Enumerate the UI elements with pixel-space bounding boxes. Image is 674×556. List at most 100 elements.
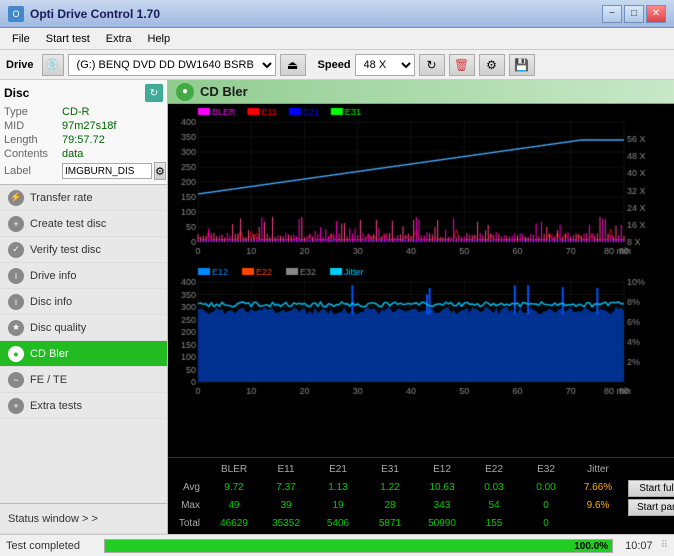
nav-create-disc[interactable]: + Create test disc bbox=[0, 211, 167, 237]
disc-info-section: Disc ↻ Type CD-R MID 97m27s18f Length 79… bbox=[0, 80, 167, 185]
nav-verify-disc[interactable]: ✓ Verify test disc bbox=[0, 237, 167, 263]
nav-extra[interactable]: + Extra tests bbox=[0, 393, 167, 419]
nav-icon-fete: ~ bbox=[8, 372, 24, 388]
nav-icon-create: + bbox=[8, 216, 24, 232]
disc-length-value: 79:57.72 bbox=[62, 134, 105, 146]
refresh-button[interactable]: ↻ bbox=[419, 54, 445, 76]
disc-type-value: CD-R bbox=[62, 106, 90, 118]
nav-icon-transfer: ⚡ bbox=[8, 190, 24, 206]
nav-icon-disc-info: i bbox=[8, 294, 24, 310]
eject-button[interactable]: ⏏ bbox=[280, 54, 306, 76]
total-e12: 50990 bbox=[416, 518, 468, 529]
nav-icon-bler: ● bbox=[8, 346, 24, 362]
avg-e31: 1.22 bbox=[364, 482, 416, 493]
nav-fe-te[interactable]: ~ FE / TE bbox=[0, 367, 167, 393]
menu-extra[interactable]: Extra bbox=[98, 31, 140, 47]
nav-disc-info[interactable]: i Disc info bbox=[0, 289, 167, 315]
col-jitter: Jitter bbox=[572, 464, 624, 475]
resize-grip: ⠿ bbox=[661, 540, 668, 551]
nav-items: ⚡ Transfer rate + Create test disc ✓ Ver… bbox=[0, 185, 167, 503]
nav-label-fete: FE / TE bbox=[30, 374, 67, 386]
max-e11: 39 bbox=[260, 500, 312, 511]
max-e32: 0 bbox=[520, 500, 572, 511]
disc-refresh-button[interactable]: ↻ bbox=[145, 84, 163, 102]
nav-label-quality: Disc quality bbox=[30, 322, 86, 334]
nav-disc-quality[interactable]: ★ Disc quality bbox=[0, 315, 167, 341]
nav-icon-verify: ✓ bbox=[8, 242, 24, 258]
minimize-button[interactable]: − bbox=[602, 5, 622, 23]
nav-transfer-rate[interactable]: ⚡ Transfer rate bbox=[0, 185, 167, 211]
stats-total-row: Total 46629 35352 5406 5871 50990 155 0 bbox=[168, 514, 624, 532]
status-window-button[interactable]: Status window > > bbox=[0, 504, 167, 534]
max-e31: 28 bbox=[364, 500, 416, 511]
speed-select[interactable]: 48 X bbox=[355, 54, 415, 76]
total-e21: 5406 bbox=[312, 518, 364, 529]
stats-data-area: Avg 9.72 7.37 1.13 1.22 10.63 0.03 0.00 … bbox=[168, 478, 674, 532]
window-controls: − □ ✕ bbox=[602, 5, 666, 23]
drive-select[interactable]: (G:) BENQ DVD DD DW1640 BSRB bbox=[68, 54, 276, 76]
nav-icon-drive: i bbox=[8, 268, 24, 284]
disc-label-label: Label bbox=[4, 165, 62, 177]
disc-contents-label: Contents bbox=[4, 148, 62, 160]
bler-title: CD Bler bbox=[200, 84, 248, 99]
close-button[interactable]: ✕ bbox=[646, 5, 666, 23]
nav-icon-quality: ★ bbox=[8, 320, 24, 336]
disc-length-label: Length bbox=[4, 134, 62, 146]
speed-label: Speed bbox=[318, 59, 351, 71]
menu-help[interactable]: Help bbox=[139, 31, 178, 47]
upper-chart bbox=[168, 104, 674, 264]
col-e11: E11 bbox=[260, 464, 312, 475]
nav-label-transfer: Transfer rate bbox=[30, 192, 93, 204]
stats-rows: Avg 9.72 7.37 1.13 1.22 10.63 0.03 0.00 … bbox=[168, 478, 624, 532]
avg-e32: 0.00 bbox=[520, 482, 572, 493]
status-text: Test completed bbox=[6, 540, 96, 552]
progress-bar bbox=[105, 540, 612, 552]
sidebar: Disc ↻ Type CD-R MID 97m27s18f Length 79… bbox=[0, 80, 168, 534]
max-e12: 343 bbox=[416, 500, 468, 511]
start-full-button[interactable]: Start full bbox=[628, 480, 674, 497]
col-e12: E12 bbox=[416, 464, 468, 475]
drive-label: Drive bbox=[6, 59, 34, 71]
stats-avg-row: Avg 9.72 7.37 1.13 1.22 10.63 0.03 0.00 … bbox=[168, 478, 624, 496]
nav-label-create: Create test disc bbox=[30, 218, 106, 230]
stats-total-label: Total bbox=[168, 518, 208, 529]
settings-button[interactable]: ⚙ bbox=[479, 54, 505, 76]
col-e32: E32 bbox=[520, 464, 572, 475]
status-window-label: Status window > > bbox=[8, 513, 98, 525]
max-jitter: 9.6% bbox=[572, 500, 624, 511]
total-bler: 46629 bbox=[208, 518, 260, 529]
max-e22: 54 bbox=[468, 500, 520, 511]
avg-e21: 1.13 bbox=[312, 482, 364, 493]
disc-label-input[interactable] bbox=[62, 163, 152, 179]
nav-label-verify: Verify test disc bbox=[30, 244, 101, 256]
disc-contents-value: data bbox=[62, 148, 83, 160]
avg-e22: 0.03 bbox=[468, 482, 520, 493]
start-part-button[interactable]: Start part bbox=[628, 499, 674, 516]
menu-start-test[interactable]: Start test bbox=[38, 31, 98, 47]
nav-label-disc-info: Disc info bbox=[30, 296, 72, 308]
stats-buttons: Start full Start part bbox=[624, 478, 674, 532]
status-section: Status window > > bbox=[0, 503, 167, 534]
nav-label-drive: Drive info bbox=[30, 270, 76, 282]
nav-cd-bler[interactable]: ● CD Bler bbox=[0, 341, 167, 367]
disc-label-button[interactable]: ⚙ bbox=[154, 162, 166, 180]
nav-label-bler: CD Bler bbox=[30, 348, 69, 360]
nav-drive-info[interactable]: i Drive info bbox=[0, 263, 167, 289]
content-area: ● CD Bler BLER E11 E21 E31 E12 E22 E32 J… bbox=[168, 80, 674, 534]
disc-type-label: Type bbox=[4, 106, 62, 118]
disc-mid-value: 97m27s18f bbox=[62, 120, 116, 132]
app-icon: O bbox=[8, 6, 24, 22]
maximize-button[interactable]: □ bbox=[624, 5, 644, 23]
avg-jitter: 7.66% bbox=[572, 482, 624, 493]
max-e21: 19 bbox=[312, 500, 364, 511]
disc-mid-label: MID bbox=[4, 120, 62, 132]
erase-button[interactable]: 🗑 bbox=[449, 54, 475, 76]
stats-max-row: Max 49 39 19 28 343 54 0 9.6% bbox=[168, 496, 624, 514]
drive-toolbar: Drive 💿 (G:) BENQ DVD DD DW1640 BSRB ⏏ S… bbox=[0, 50, 674, 80]
status-time: 10:07 bbox=[625, 540, 653, 552]
total-e31: 5871 bbox=[364, 518, 416, 529]
menu-file[interactable]: File bbox=[4, 31, 38, 47]
lower-chart bbox=[168, 264, 674, 404]
drive-icon[interactable]: 💿 bbox=[42, 54, 64, 76]
save-button[interactable]: 💾 bbox=[509, 54, 535, 76]
